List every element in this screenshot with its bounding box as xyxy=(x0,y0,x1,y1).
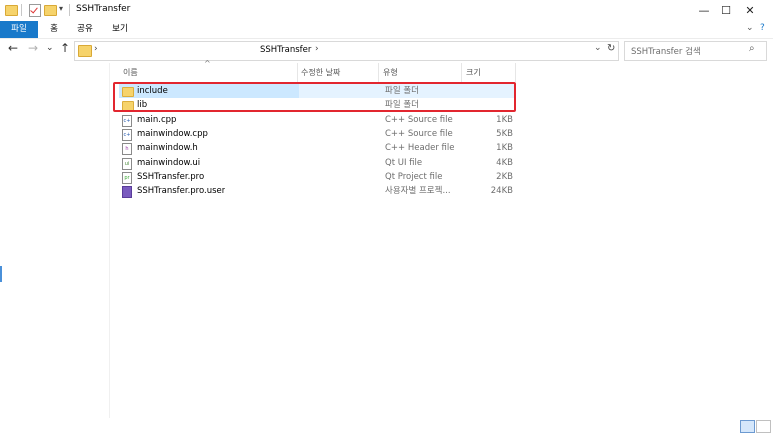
file-type: C++ Source file xyxy=(385,115,453,125)
file-type: Qt UI file xyxy=(385,158,423,168)
help-icon[interactable]: ? xyxy=(760,23,765,33)
column-divider[interactable] xyxy=(297,63,298,82)
file-size: 5KB xyxy=(496,129,513,139)
title-bar: ▾ SSHTransfer — ☐ ✕ xyxy=(0,0,773,21)
file-size: 1KB xyxy=(496,115,513,125)
list-item[interactable]: c+ mainwindow.cpp C++ Source file 5KB xyxy=(119,127,515,141)
file-type: Qt Project file xyxy=(385,172,443,182)
tab-share[interactable]: 공유 xyxy=(74,21,96,38)
file-name: mainwindow.h xyxy=(137,143,198,153)
header-file-icon: h xyxy=(122,143,132,155)
address-dropdown-icon[interactable]: ⌄ xyxy=(594,43,602,53)
breadcrumb-separator[interactable]: › xyxy=(94,44,98,54)
column-header-type[interactable]: 유형 xyxy=(383,66,398,79)
refresh-icon[interactable]: ↻ xyxy=(607,43,615,54)
file-name: main.cpp xyxy=(137,115,177,125)
folder-icon xyxy=(5,5,18,16)
properties-icon[interactable] xyxy=(29,4,41,17)
file-name: SSHTransfer.pro xyxy=(137,172,205,182)
file-size: 1KB xyxy=(496,143,513,153)
column-header-size[interactable]: 크기 xyxy=(466,66,481,79)
column-header-date[interactable]: 수정한 날짜 xyxy=(301,66,340,79)
window-title: SSHTransfer xyxy=(76,4,131,14)
file-size: 4KB xyxy=(496,158,513,168)
large-icons-view-icon[interactable] xyxy=(756,420,771,433)
search-placeholder: SSHTransfer 검색 xyxy=(631,47,701,57)
nav-pane-scroll-indicator[interactable] xyxy=(0,266,2,282)
folder-icon xyxy=(78,45,92,57)
navigation-pane-divider[interactable] xyxy=(109,63,110,418)
list-item[interactable]: ui mainwindow.ui Qt UI file 4KB xyxy=(119,156,515,170)
ui-file-icon: ui xyxy=(122,158,132,170)
file-type: C++ Header file xyxy=(385,143,455,153)
address-bar[interactable]: › SSHTransfer › ⌄ ↻ xyxy=(74,41,619,61)
breadcrumb-folder[interactable]: SSHTransfer xyxy=(260,45,311,55)
forward-icon[interactable]: → xyxy=(28,36,38,61)
new-folder-icon[interactable] xyxy=(44,5,57,16)
recent-locations-icon[interactable]: ⌄ xyxy=(46,36,54,61)
pro-file-icon: pr xyxy=(122,172,132,184)
highlight-box xyxy=(113,82,516,112)
status-bar xyxy=(0,418,773,435)
ribbon-tabs: 파일 홈 공유 보기 ⌄ ? xyxy=(0,21,773,38)
file-name: mainwindow.ui xyxy=(137,158,201,168)
column-divider[interactable] xyxy=(515,63,516,82)
customize-qat-icon[interactable]: ▾ xyxy=(59,4,63,13)
list-item[interactable]: c+ main.cpp C++ Source file 1KB xyxy=(119,113,515,127)
list-item[interactable]: pr SSHTransfer.pro Qt Project file 2KB xyxy=(119,170,515,184)
tab-view[interactable]: 보기 xyxy=(109,21,131,38)
list-item[interactable]: SSHTransfer.pro.user 사용자별 프로젝... 24KB xyxy=(119,184,515,198)
file-name: SSHTransfer.pro.user xyxy=(137,186,226,196)
column-divider[interactable] xyxy=(378,63,379,82)
file-name: mainwindow.cpp xyxy=(137,129,208,139)
user-file-icon xyxy=(122,186,132,198)
divider xyxy=(21,4,22,16)
expand-ribbon-icon[interactable]: ⌄ xyxy=(746,23,754,33)
search-input[interactable]: SSHTransfer 검색 ⌕ xyxy=(624,41,767,61)
file-type: 사용자별 프로젝... xyxy=(385,186,451,196)
details-view-icon[interactable] xyxy=(740,420,755,433)
search-icon[interactable]: ⌕ xyxy=(749,43,755,54)
column-divider[interactable] xyxy=(461,63,462,82)
file-size: 2KB xyxy=(496,172,513,182)
breadcrumb-separator[interactable]: › xyxy=(315,44,319,54)
divider xyxy=(69,4,70,16)
file-size: 24KB xyxy=(490,186,513,196)
column-header-name[interactable]: 이름 xyxy=(123,66,138,79)
back-icon[interactable]: ← xyxy=(8,36,18,61)
sort-indicator-icon: ^ xyxy=(204,59,211,68)
cpp-file-icon: c+ xyxy=(122,129,132,141)
cpp-file-icon: c+ xyxy=(122,115,132,127)
close-button[interactable]: ✕ xyxy=(727,0,773,21)
file-type: C++ Source file xyxy=(385,129,453,139)
list-item[interactable]: h mainwindow.h C++ Header file 1KB xyxy=(119,141,515,155)
up-icon[interactable]: ↑ xyxy=(60,36,70,61)
